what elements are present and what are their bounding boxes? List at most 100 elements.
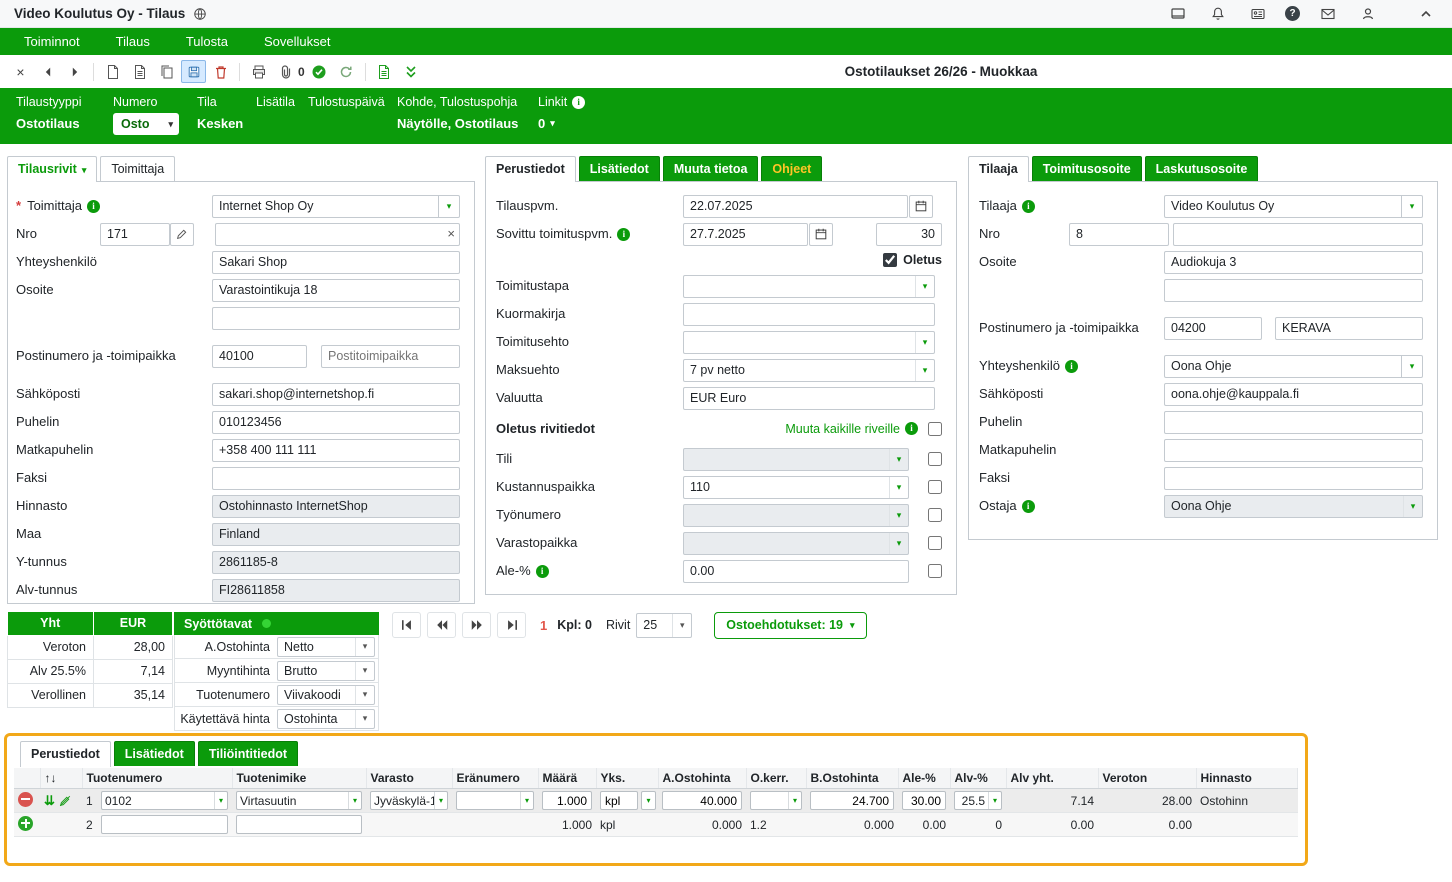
delivery-days-input[interactable] [876,222,942,246]
tab-toimitusosoite[interactable]: Toimitusosoite [1031,156,1142,181]
col-header[interactable]: Varasto [366,768,453,789]
print-icon[interactable] [246,59,271,84]
warehouse-cell-select[interactable]: Jyväskylä-1 ▾ [370,791,448,810]
menu-tilaus[interactable]: Tilaus [98,28,168,55]
edit-locked-icon[interactable] [58,794,72,808]
save-icon[interactable] [181,60,206,83]
menu-toiminnot[interactable]: Toiminnot [6,28,98,55]
product-name-input[interactable] [236,815,362,834]
customer-phone-input[interactable] [1164,410,1423,434]
calendar-icon[interactable] [809,222,833,246]
warehouse-apply-checkbox[interactable] [928,536,942,550]
last-page-icon[interactable] [497,612,526,638]
collapse-chevron-icon[interactable] [1413,1,1438,26]
chevron-down-icon[interactable]: ▾ [1402,194,1423,218]
col-header[interactable]: Eränumero [452,768,539,789]
calendar-icon[interactable] [909,194,933,218]
col-header[interactable]: Ale-% [898,768,951,789]
discount-apply-checkbox[interactable] [928,564,942,578]
fast-back-icon[interactable] [427,612,456,638]
col-header[interactable]: Alv yht. [1006,768,1099,789]
supplier-address1-input[interactable] [212,278,460,302]
myyntihinta-select[interactable]: Brutto ▾ [277,660,375,681]
tab-lisatiedot[interactable]: Lisätiedot [578,156,660,181]
chevron-down-icon[interactable]: ▾ [439,194,460,218]
waybill-input[interactable] [683,302,935,326]
customer-mobile-input[interactable] [1164,438,1423,462]
supplier-email-input[interactable] [212,382,460,406]
unit-select-button[interactable]: ▾ [641,791,656,810]
delivery-terms-select[interactable]: ▾ [683,330,935,354]
work-number-select[interactable]: ▾ [683,503,909,527]
next-record-icon[interactable] [62,59,87,84]
buyer-select[interactable]: Oona Ohje ▾ [1164,494,1423,518]
customer-postcode-input[interactable] [1164,316,1262,340]
contact-input[interactable] [1164,354,1402,378]
default-date-checkbox[interactable] [883,253,898,267]
import-rows-icon[interactable] [399,59,424,84]
customer-address1-input[interactable] [1164,250,1423,274]
net-purchase-price-input[interactable] [810,791,894,810]
fast-forward-icon[interactable] [462,612,491,638]
customer-input[interactable] [1164,194,1402,218]
move-row-icon[interactable]: ⇊ [44,794,55,807]
discount-input[interactable] [683,559,909,583]
print-target-value[interactable]: Näytölle, Ostotilaus [397,116,518,131]
attachments-paperclip-icon[interactable] [273,59,298,84]
supplier-contact-input[interactable] [212,250,460,274]
quantity-input[interactable] [542,791,592,810]
supplier-input[interactable] [212,194,439,218]
info-icon[interactable]: i [572,95,586,109]
info-icon[interactable]: i [1021,199,1035,213]
tab-toimittaja[interactable]: Toimittaja [100,156,176,181]
tab-perustiedot[interactable]: Perustiedot [485,156,576,182]
tab-tilaaja[interactable]: Tilaaja [968,156,1029,182]
sort-header[interactable]: ↑↓ [40,768,83,789]
contacts-card-icon[interactable] [1245,1,1270,26]
approve-check-icon[interactable] [307,59,332,84]
supplier-postcode-input[interactable] [212,344,307,368]
tab-row-tiliointitiedot[interactable]: Tiliöintitiedot [197,741,299,766]
report-document-icon[interactable] [372,59,397,84]
col-header[interactable]: Tuotenimike [232,768,367,789]
supplier-fax-input[interactable] [212,466,460,490]
refresh-icon[interactable] [334,59,359,84]
chevron-down-icon[interactable]: ▾ [1402,354,1423,378]
account-select[interactable]: ▾ [683,447,909,471]
a-ostohinta-select[interactable]: Netto ▾ [277,636,375,657]
close-icon[interactable]: × [8,59,33,84]
currency-input[interactable] [683,386,935,410]
work-number-apply-checkbox[interactable] [928,508,942,522]
workspace-window-icon[interactable] [1165,1,1190,26]
info-icon[interactable]: i [86,199,100,213]
tab-row-lisatiedot[interactable]: Lisätiedot [113,741,195,766]
col-header[interactable]: Yks. [596,768,659,789]
first-page-icon[interactable] [392,612,421,638]
warehouse-select[interactable]: ▾ [683,531,909,555]
menu-tulosta[interactable]: Tulosta [168,28,246,55]
apply-all-checkbox[interactable] [928,421,942,436]
unit-input[interactable] [600,791,638,810]
delete-icon[interactable] [208,59,233,84]
supplier-phone-input[interactable] [212,410,460,434]
cost-center-select[interactable]: 110 ▾ [683,475,909,499]
info-icon[interactable]: i [535,564,549,578]
supplier-search-input[interactable] [215,222,460,246]
new-document-icon[interactable] [100,59,125,84]
number-series-select[interactable]: Osto ▾ [113,113,179,135]
col-header[interactable]: Määrä [538,768,597,789]
customer-email-input[interactable] [1164,382,1423,406]
col-header[interactable]: B.Ostohinta [806,768,899,789]
order-date-input[interactable] [683,194,908,218]
col-header[interactable]: Hinnasto [1196,768,1298,789]
links-dropdown[interactable]: 0 ▾ [538,116,585,131]
tab-muuta-tietoa[interactable]: Muuta tietoa [662,156,759,181]
delivery-method-select[interactable]: ▾ [683,274,935,298]
col-header[interactable]: Alv-% [950,768,1007,789]
product-number-input[interactable] [101,815,228,834]
tab-row-perustiedot[interactable]: Perustiedot [20,741,111,767]
col-header[interactable]: Tuotenumero [82,768,233,789]
help-icon[interactable]: ? [1285,6,1300,21]
supplier-mobile-input[interactable] [212,438,460,462]
product-name-select[interactable]: Virtasuutin ▾ [236,791,362,810]
